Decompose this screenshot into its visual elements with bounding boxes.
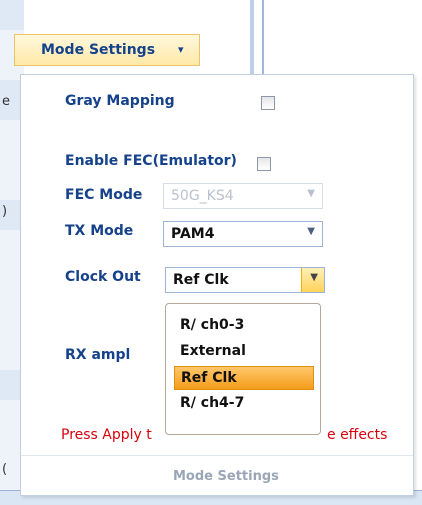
mode-settings-button-label: Mode Settings bbox=[41, 42, 156, 58]
clock-out-value: Ref Clk bbox=[173, 272, 229, 288]
fec-mode-label: FEC Mode bbox=[65, 187, 143, 203]
tx-mode-label: TX Mode bbox=[65, 223, 134, 239]
clock-out-option[interactable]: R/ ch0-3 bbox=[174, 314, 314, 338]
chevron-down-icon: ▼ bbox=[307, 226, 315, 237]
tx-mode-select[interactable]: PAM4 ▼ bbox=[163, 221, 323, 247]
clock-out-option[interactable]: External bbox=[174, 340, 314, 364]
tx-mode-value: PAM4 bbox=[171, 226, 215, 242]
clock-out-options-list: R/ ch0-3 External Ref Clk R/ ch4-7 bbox=[165, 303, 321, 435]
fec-mode-select[interactable]: 50G_KS4 ▼ bbox=[163, 183, 323, 209]
apply-warning-text: Press Apply t bbox=[61, 427, 152, 443]
panel-footer-title: Mode Settings bbox=[173, 469, 279, 484]
background-text: ) bbox=[2, 204, 8, 219]
gray-mapping-checkbox[interactable] bbox=[261, 96, 275, 110]
rx-ampl-label: RX ampl bbox=[65, 347, 131, 363]
gray-mapping-label: Gray Mapping bbox=[65, 93, 175, 109]
chevron-down-icon: ▼ bbox=[310, 272, 318, 283]
background-divider bbox=[250, 0, 254, 74]
clock-out-option[interactable]: R/ ch4-7 bbox=[174, 392, 314, 416]
background-band bbox=[0, 0, 24, 30]
enable-fec-label: Enable FEC(Emulator) bbox=[65, 153, 237, 169]
clock-out-select[interactable]: Ref Clk ▼ bbox=[165, 267, 325, 293]
panel-separator bbox=[21, 455, 413, 456]
mode-settings-button[interactable]: Mode Settings ▾ bbox=[14, 34, 200, 66]
background-divider bbox=[262, 0, 264, 74]
chevron-down-icon: ▼ bbox=[307, 188, 315, 199]
enable-fec-checkbox[interactable] bbox=[257, 157, 271, 171]
background-text: ( bbox=[2, 462, 8, 477]
fec-mode-value: 50G_KS4 bbox=[171, 188, 234, 204]
mode-settings-panel: Gray Mapping Enable FEC(Emulator) FEC Mo… bbox=[20, 74, 414, 496]
clock-out-label: Clock Out bbox=[65, 269, 141, 285]
apply-warning-text-tail: e effects bbox=[327, 427, 388, 443]
chevron-down-icon: ▾ bbox=[178, 43, 184, 56]
clock-out-option-selected[interactable]: Ref Clk bbox=[174, 366, 314, 390]
background-text: e bbox=[2, 94, 10, 109]
